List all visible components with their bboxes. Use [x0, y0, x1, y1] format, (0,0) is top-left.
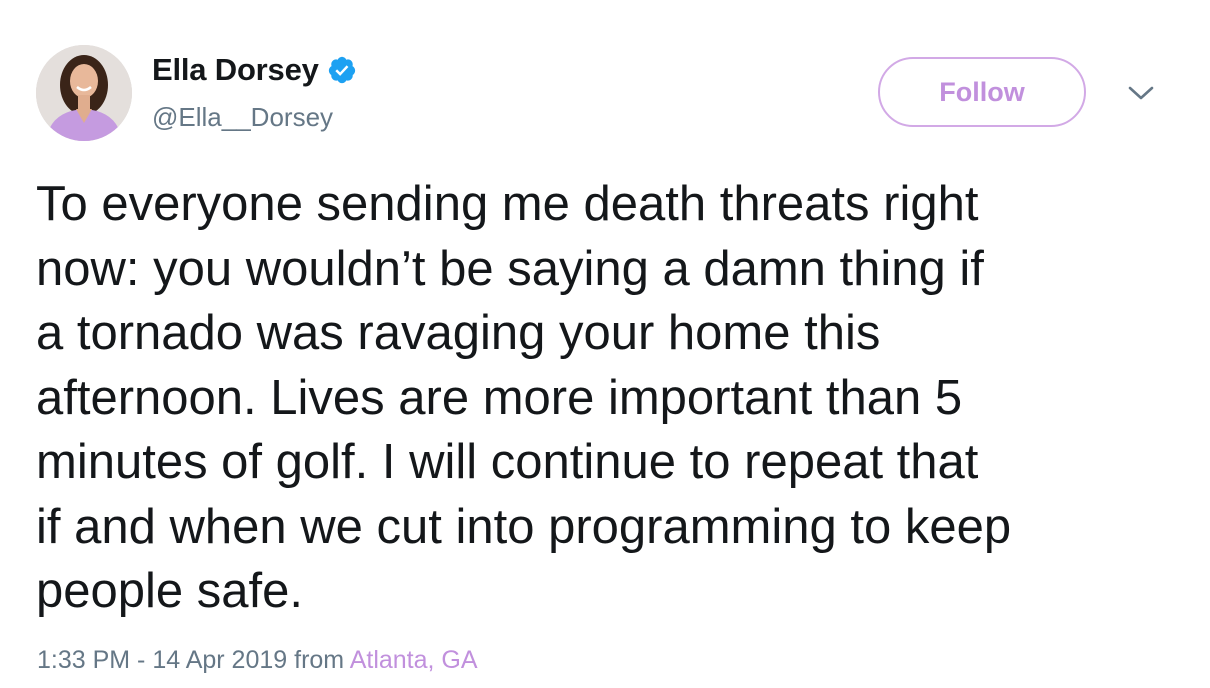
- display-name[interactable]: Ella Dorsey: [152, 52, 319, 88]
- tweet-location[interactable]: Atlanta, GA: [350, 646, 478, 674]
- tweet-card: Ella Dorsey @Ella__Dorsey Follow To ever…: [0, 0, 1210, 688]
- follow-button[interactable]: Follow: [878, 57, 1086, 127]
- tweet-meta: 1:33 PM - 14 Apr 2019 from Atlanta, GA: [37, 646, 478, 675]
- from-label: from: [294, 646, 345, 674]
- chevron-down-icon[interactable]: [1126, 80, 1156, 106]
- tweet-timestamp[interactable]: 1:33 PM - 14 Apr 2019: [37, 646, 287, 674]
- user-handle[interactable]: @Ella__Dorsey: [152, 102, 333, 133]
- verified-badge-icon: [328, 56, 355, 84]
- avatar-image: [36, 45, 132, 141]
- avatar[interactable]: [36, 45, 132, 141]
- tweet-text: To everyone sending me death threats rig…: [36, 177, 1012, 618]
- user-name-row: Ella Dorsey: [152, 52, 357, 88]
